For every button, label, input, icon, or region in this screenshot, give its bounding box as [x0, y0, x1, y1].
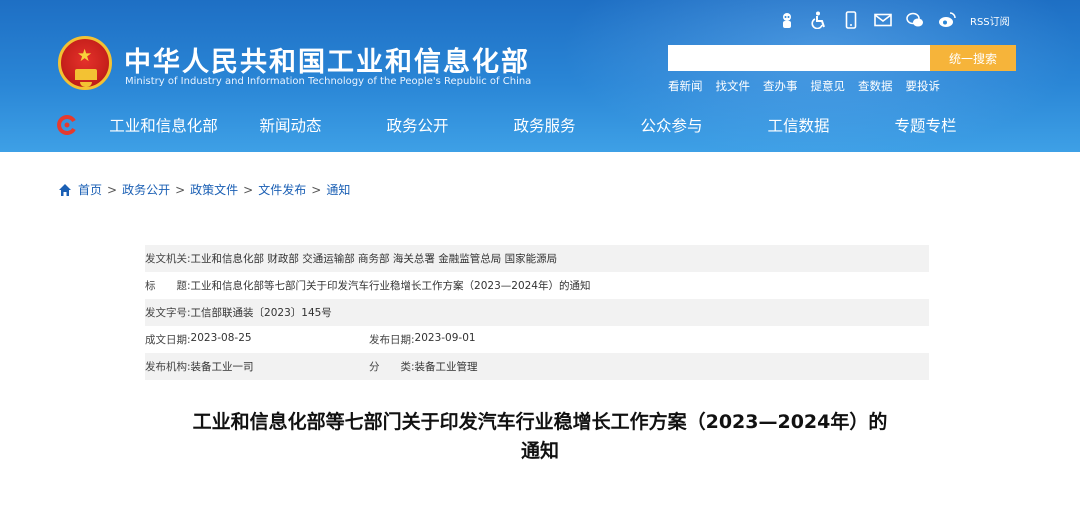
meta-category-label: 分 类: [369, 361, 415, 373]
robot-icon[interactable] [776, 9, 798, 31]
main-nav: 工业和信息化部 新闻动态 政务公开 政务服务 公众参与 工信数据 专题专栏 [100, 113, 1060, 139]
meta-row-docno: 发文字号: 工信部联通装〔2023〕145号 [145, 299, 929, 326]
breadcrumb-home[interactable]: 首页 [78, 181, 102, 198]
site-title-cn[interactable]: 中华人民共和国工业和信息化部 [124, 40, 530, 79]
breadcrumb-notice[interactable]: 通知 [326, 181, 350, 198]
meta-title-value: 工业和信息化部等七部门关于印发汽车行业稳增长工作方案（2023—2024年）的通… [190, 280, 591, 292]
meta-org-cell: 发布机构: 装备工业一司 [145, 359, 369, 374]
meta-docno-value: 工信部联通装〔2023〕145号 [190, 307, 332, 319]
breadcrumb-policy-files[interactable]: 政策文件 [190, 181, 238, 198]
meta-created-label: 成文日期: [145, 334, 191, 346]
breadcrumb-separator: > [311, 182, 322, 197]
meta-row-title: 标 题: 工业和信息化部等七部门关于印发汽车行业稳增长工作方案（2023—202… [145, 272, 929, 299]
meta-published-value: 2023-09-01 [414, 332, 476, 344]
national-emblem-logo[interactable]: ★ [58, 36, 112, 90]
nav-item-gov-affairs[interactable]: 政务公开 [354, 113, 481, 139]
emblem-wheel-icon [80, 82, 92, 87]
quick-link-data[interactable]: 查数据 [858, 78, 893, 94]
breadcrumb: 首页 > 政务公开 > 政策文件 > 文件发布 > 通知 [58, 181, 350, 198]
header-tools: RSS订阅 [776, 9, 1010, 31]
nav-item-topics[interactable]: 专题专栏 [862, 113, 989, 139]
document-title-line1: 工业和信息化部等七部门关于印发汽车行业稳增长工作方案（2023—2024年）的 [192, 411, 888, 433]
meta-category-cell: 分 类: 装备工业管理 [369, 359, 478, 374]
miit-logo-icon[interactable] [56, 114, 78, 136]
breadcrumb-separator: > [175, 182, 186, 197]
quick-link-services[interactable]: 查办事 [763, 78, 798, 94]
nav-item-services[interactable]: 政务服务 [481, 113, 608, 139]
wechat-icon[interactable] [904, 9, 926, 31]
meta-row-org: 发布机构: 装备工业一司 分 类: 装备工业管理 [145, 353, 929, 380]
breadcrumb-separator: > [107, 182, 118, 197]
document-title: 工业和信息化部等七部门关于印发汽车行业稳增长工作方案（2023—2024年）的 … [140, 408, 940, 466]
emblem-star-icon: ★ [77, 46, 93, 66]
nav-item-news[interactable]: 新闻动态 [227, 113, 354, 139]
site-title-en: Ministry of Industry and Information Tec… [125, 76, 532, 87]
meta-created-value: 2023-08-25 [190, 332, 252, 344]
search-input[interactable] [668, 45, 930, 71]
meta-org-value: 装备工业一司 [190, 361, 254, 373]
quick-link-feedback[interactable]: 提意见 [811, 78, 846, 94]
nav-item-data[interactable]: 工信数据 [735, 113, 862, 139]
quick-links: 看新闻 找文件 查办事 提意见 查数据 要投诉 [668, 78, 953, 94]
quick-link-files[interactable]: 找文件 [716, 78, 751, 94]
emblem-gate-icon [75, 69, 97, 80]
meta-published-cell: 发布日期: 2023-09-01 [369, 332, 476, 347]
meta-row-issuer: 发文机关: 工业和信息化部 财政部 交通运输部 商务部 海关总署 金融监管总局 … [145, 245, 929, 272]
document-title-line2: 通知 [520, 440, 559, 462]
meta-issuer-value: 工业和信息化部 财政部 交通运输部 商务部 海关总署 金融监管总局 国家能源局 [190, 253, 558, 265]
meta-created-cell: 成文日期: 2023-08-25 [145, 332, 369, 347]
meta-row-dates: 成文日期: 2023-08-25 发布日期: 2023-09-01 [145, 326, 929, 353]
site-header: ★ 中华人民共和国工业和信息化部 Ministry of Industry an… [0, 0, 1080, 152]
nav-item-participation[interactable]: 公众参与 [608, 113, 735, 139]
accessibility-icon[interactable] [808, 9, 830, 31]
quick-link-complaint[interactable]: 要投诉 [906, 78, 941, 94]
quick-link-news[interactable]: 看新闻 [668, 78, 703, 94]
meta-docno-label: 发文字号: [145, 307, 191, 319]
document-metadata: 发文机关: 工业和信息化部 财政部 交通运输部 商务部 海关总署 金融监管总局 … [145, 245, 929, 380]
breadcrumb-separator: > [243, 182, 254, 197]
rss-link[interactable]: RSS订阅 [970, 13, 1010, 28]
meta-org-label: 发布机构: [145, 361, 191, 373]
home-icon[interactable] [58, 183, 72, 197]
meta-title-label: 标 题: [145, 280, 191, 292]
meta-published-label: 发布日期: [369, 334, 415, 346]
meta-category-value: 装备工业管理 [414, 361, 478, 373]
mobile-icon[interactable] [840, 9, 862, 31]
breadcrumb-gov-affairs[interactable]: 政务公开 [122, 181, 170, 198]
nav-item-ministry[interactable]: 工业和信息化部 [100, 113, 227, 139]
breadcrumb-file-release[interactable]: 文件发布 [258, 181, 306, 198]
meta-issuer-label: 发文机关: [145, 253, 191, 265]
search-button[interactable]: 统一搜索 [930, 45, 1016, 71]
mail-icon[interactable] [872, 9, 894, 31]
weibo-icon[interactable] [936, 9, 958, 31]
